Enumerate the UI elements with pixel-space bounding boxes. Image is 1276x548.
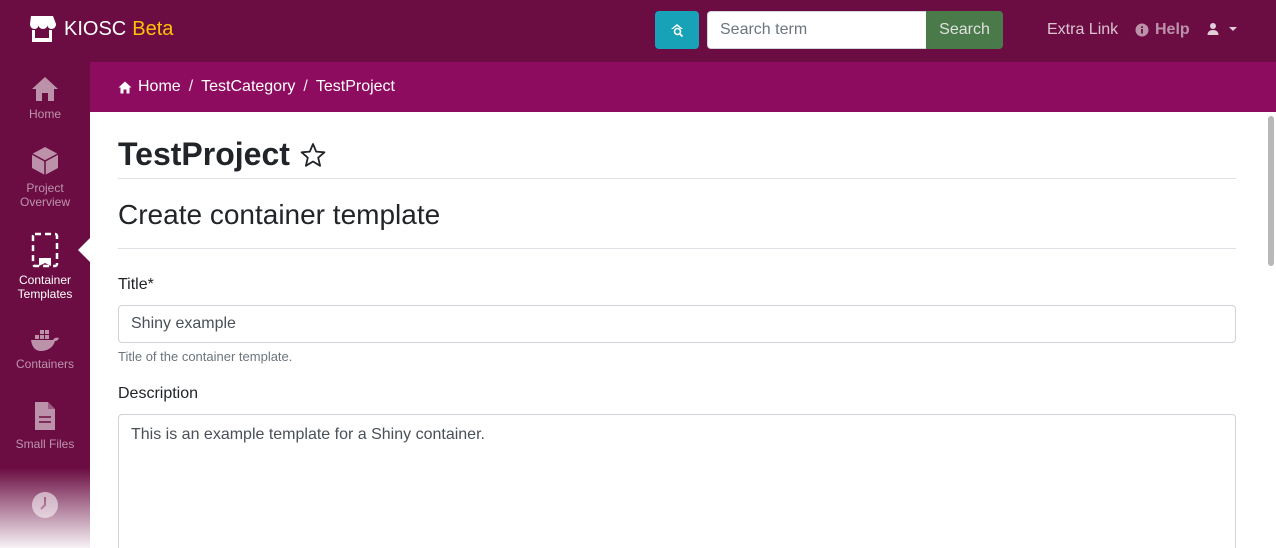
breadcrumb: Home / TestCategory / TestProject (90, 62, 1276, 112)
clock-icon (32, 492, 58, 518)
description-field[interactable]: This is an example template for a Shiny … (118, 414, 1236, 548)
title-help-text: Title of the container template. (118, 349, 293, 364)
home-icon (118, 81, 132, 93)
title-label: Title* (118, 276, 154, 293)
file-icon (35, 402, 55, 430)
star-icon[interactable] (300, 142, 326, 168)
brand[interactable]: KIOSC Beta (28, 12, 173, 46)
sidebar-item-label: Small Files (15, 437, 75, 451)
search-advanced-icon (671, 24, 684, 38)
sidebar-item-home[interactable]: Home (0, 76, 90, 121)
help-link[interactable]: Help (1135, 21, 1190, 39)
search-button[interactable]: Search (926, 11, 1003, 49)
page-heading: Create container template (118, 199, 441, 230)
sidebar-item-label: Container Templates (17, 273, 73, 301)
sidebar-item-label: Project Overview (19, 181, 70, 209)
home-icon (32, 77, 58, 101)
breadcrumb-category[interactable]: TestCategory (201, 78, 295, 96)
breadcrumb-separator: / (303, 78, 308, 95)
description-label: Description (118, 385, 199, 402)
sidebar-item-small-files[interactable]: Small Files (0, 400, 90, 451)
breadcrumb-home[interactable]: Home (118, 78, 181, 96)
divider (118, 178, 1236, 179)
template-icon (31, 232, 59, 268)
chevron-down-icon (1229, 27, 1237, 31)
sidebar-item-container-templates[interactable]: Container Templates (0, 232, 90, 301)
brand-name: KIOSC (64, 17, 127, 40)
main-content: TestProject Create container template Ti… (90, 112, 1276, 548)
title-field[interactable] (118, 305, 1236, 343)
sidebar-item-label: Containers (15, 357, 75, 371)
help-label: Help (1155, 21, 1190, 38)
breadcrumb-separator: / (188, 78, 194, 95)
info-circle-icon (1135, 23, 1149, 37)
advanced-search-button[interactable] (655, 11, 699, 49)
user-icon (1207, 23, 1219, 35)
project-title-row: TestProject (118, 136, 326, 173)
scrollbar-thumb[interactable] (1268, 116, 1274, 266)
brand-beta-tag: Beta (132, 17, 174, 40)
extra-link[interactable]: Extra Link (1047, 21, 1118, 39)
breadcrumb-home-label: Home (138, 78, 181, 95)
breadcrumb-project[interactable]: TestProject (316, 78, 395, 96)
store-icon (30, 16, 56, 42)
sidebar: Home Project Overview Container Template… (0, 62, 90, 548)
search-input[interactable] (707, 11, 927, 49)
active-indicator (78, 238, 90, 262)
sidebar-item-containers[interactable]: Containers (0, 328, 90, 371)
cube-icon (31, 147, 59, 175)
divider (118, 248, 1236, 249)
docker-icon (31, 330, 59, 351)
sidebar-item-timeline[interactable] (0, 490, 90, 525)
project-title: TestProject (118, 136, 290, 172)
sidebar-item-label: Home (28, 107, 61, 121)
sidebar-item-project-overview[interactable]: Project Overview (0, 146, 90, 209)
top-navbar: KIOSC Beta Search Extra Link Help (0, 0, 1276, 62)
scrollbar[interactable] (1266, 112, 1276, 548)
user-menu-dropdown[interactable] (1206, 22, 1240, 36)
